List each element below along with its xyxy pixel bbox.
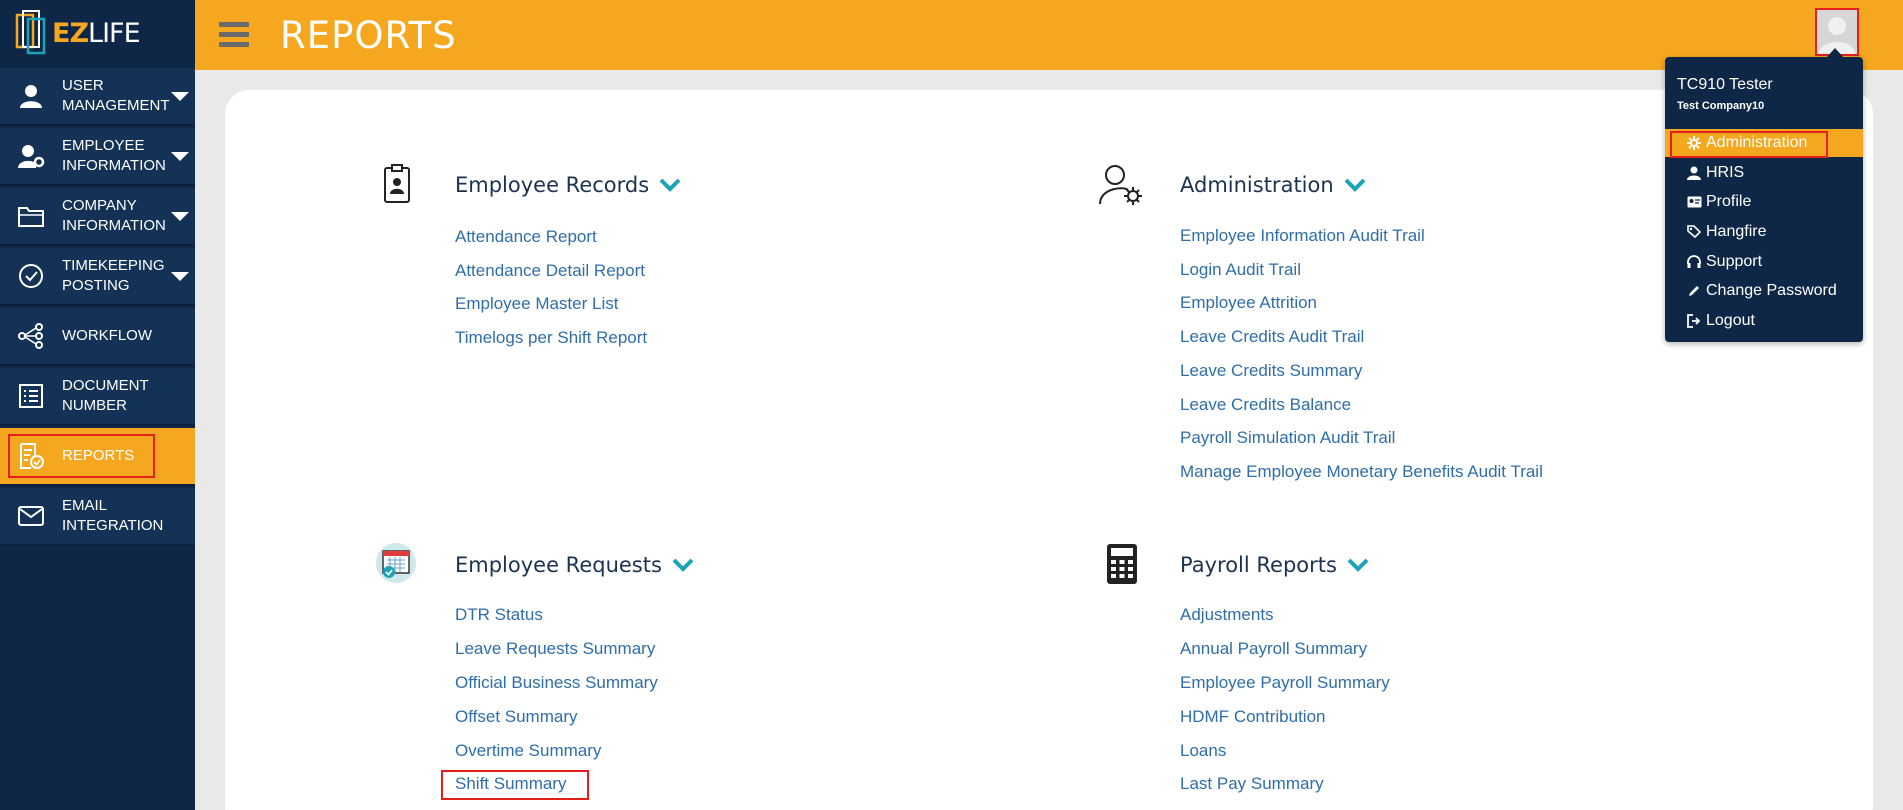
report-link[interactable]: Attendance Report <box>455 227 597 247</box>
report-link[interactable]: HDMF Contribution <box>1180 707 1326 727</box>
section-title-payroll-reports[interactable]: Payroll Reports <box>1180 553 1369 577</box>
highlight-box <box>1670 131 1828 158</box>
sidebar-item-user-management[interactable]: USER MANAGEMENT <box>0 68 195 126</box>
menu-item-administration[interactable]: Administration <box>1665 129 1863 158</box>
sidebar-item-document-number[interactable]: DOCUMENT NUMBER <box>0 368 195 426</box>
logo-ez: EZ <box>52 17 89 49</box>
sidebar-item-label: EMAIL INTEGRATION <box>62 497 164 534</box>
menu-item-support[interactable]: Support <box>1665 248 1863 276</box>
sidebar-item-label: EMPLOYEE INFORMATION <box>62 137 166 174</box>
folder-icon <box>0 204 62 228</box>
report-link[interactable]: Employee Payroll Summary <box>1180 673 1390 693</box>
page-title: REPORTS <box>280 14 457 57</box>
sidebar-item-label: TIMEKEEPING POSTING <box>62 257 165 294</box>
report-link[interactable]: Overtime Summary <box>455 741 601 761</box>
logo-mark-icon <box>15 10 46 55</box>
report-link[interactable]: DTR Status <box>455 605 543 625</box>
user-company: Test Company10 <box>1677 100 1765 112</box>
sidebar-item-employee-information[interactable]: EMPLOYEE INFORMATION <box>0 128 195 186</box>
workflow-icon <box>0 323 62 349</box>
report-link[interactable]: Leave Credits Summary <box>1180 361 1362 381</box>
report-link[interactable]: Last Pay Summary <box>1180 774 1324 794</box>
sidebar-item-reports[interactable]: REPORTS <box>0 428 195 486</box>
tags-icon <box>1685 225 1703 239</box>
section-title-employee-records[interactable]: Employee Records <box>455 173 681 197</box>
menu-item-logout[interactable]: Logout <box>1665 307 1863 335</box>
caret-down-icon <box>171 92 189 101</box>
top-header: REPORTS <box>195 0 1903 70</box>
sidebar-item-label: COMPANY INFORMATION <box>62 197 166 234</box>
report-link[interactable]: Employee Master List <box>455 294 618 314</box>
user-settings-icon <box>1099 165 1142 205</box>
id-card-icon <box>384 164 410 203</box>
user-name: TC910 Tester <box>1677 76 1773 93</box>
check-circle-icon <box>0 263 62 289</box>
sidebar-item-email-integration[interactable]: EMAIL INTEGRATION <box>0 488 195 546</box>
logo-life: LIFE <box>88 17 141 49</box>
hamburger-menu-icon[interactable] <box>219 22 249 48</box>
sidebar-item-label: WORKFLOW <box>62 327 152 344</box>
list-icon <box>0 383 62 409</box>
report-link[interactable]: Loans <box>1180 741 1226 761</box>
sidebar: EZLIFE USER MANAGEMENT EMPLOYEE INFORMAT… <box>0 0 195 810</box>
report-link[interactable]: Payroll Simulation Audit Trail <box>1180 428 1395 448</box>
user-gear-icon <box>0 143 62 169</box>
report-link[interactable]: Employee Attrition <box>1180 293 1317 313</box>
app-logo[interactable]: EZLIFE <box>0 0 195 66</box>
report-link[interactable]: Login Audit Trail <box>1180 260 1301 280</box>
report-link[interactable]: Offset Summary <box>455 707 578 727</box>
sidebar-item-workflow[interactable]: WORKFLOW <box>0 308 195 366</box>
id-badge-icon <box>1685 196 1703 208</box>
sign-out-icon <box>1685 314 1703 328</box>
envelope-icon <box>0 505 62 527</box>
sidebar-item-label: USER MANAGEMENT <box>62 77 170 114</box>
report-link[interactable]: Manage Employee Monetary Benefits Audit … <box>1180 462 1543 482</box>
report-link[interactable]: Leave Requests Summary <box>455 639 655 659</box>
report-link[interactable]: Leave Credits Balance <box>1180 395 1351 415</box>
calendar-check-icon <box>376 543 416 583</box>
report-link[interactable]: Timelogs per Shift Report <box>455 328 647 348</box>
user-icon <box>0 83 62 109</box>
report-link[interactable]: Adjustments <box>1180 605 1274 625</box>
sidebar-item-timekeeping-posting[interactable]: TIMEKEEPING POSTING <box>0 248 195 306</box>
user-dropdown-menu: TC910 Tester Test Company10 Administrati… <box>1665 57 1863 342</box>
reports-card: Employee Records Attendance Report Atten… <box>225 90 1873 810</box>
report-link[interactable]: Leave Credits Audit Trail <box>1180 327 1364 347</box>
report-link[interactable]: Official Business Summary <box>455 673 658 693</box>
menu-item-change-password[interactable]: Change Password <box>1665 277 1863 305</box>
report-link[interactable]: Employee Information Audit Trail <box>1180 226 1425 246</box>
sidebar-item-company-information[interactable]: COMPANY INFORMATION <box>0 188 195 246</box>
section-title-employee-requests[interactable]: Employee Requests <box>455 553 694 577</box>
sidebar-item-label: DOCUMENT NUMBER <box>62 377 149 414</box>
report-link[interactable]: Attendance Detail Report <box>455 261 645 281</box>
caret-down-icon <box>171 272 189 281</box>
menu-item-hangfire[interactable]: Hangfire <box>1665 218 1863 246</box>
caret-down-icon <box>171 152 189 161</box>
chevron-down-icon <box>672 558 694 572</box>
menu-item-profile[interactable]: Profile <box>1665 188 1863 216</box>
headset-icon <box>1685 255 1703 269</box>
user-icon <box>1685 166 1703 180</box>
chevron-down-icon <box>659 178 681 192</box>
caret-down-icon <box>171 212 189 221</box>
report-link[interactable]: Annual Payroll Summary <box>1180 639 1367 659</box>
pencil-icon <box>1685 284 1703 298</box>
calculator-icon <box>1107 544 1137 584</box>
highlight-box <box>8 434 155 478</box>
section-title-administration[interactable]: Administration <box>1180 173 1366 197</box>
highlight-box <box>441 770 589 800</box>
chevron-down-icon <box>1344 178 1366 192</box>
menu-item-hris[interactable]: HRIS <box>1665 159 1863 187</box>
chevron-down-icon <box>1347 558 1369 572</box>
